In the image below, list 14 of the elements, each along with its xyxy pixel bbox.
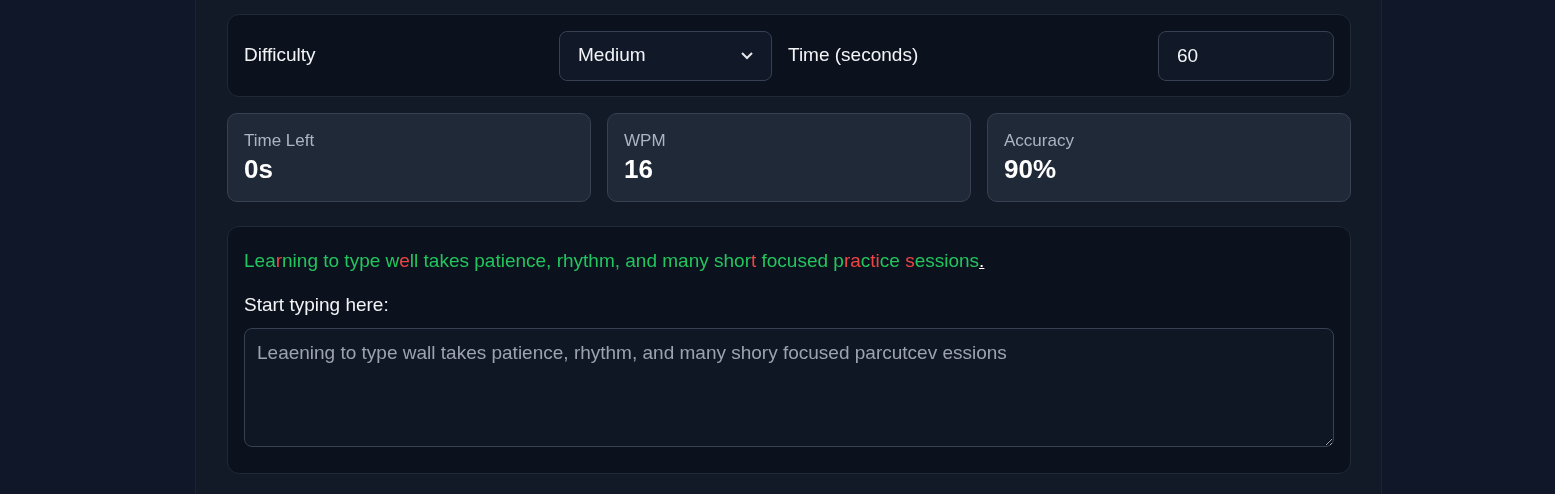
stat-value: 0s xyxy=(244,153,274,185)
difficulty-select[interactable]: Medium xyxy=(559,30,772,81)
chevron-down-icon xyxy=(741,51,753,60)
stat-label: Accuracy xyxy=(1004,130,1075,152)
stat-label: Time Left xyxy=(244,130,316,152)
typing-area[interactable]: Leaening to type wall takes patience, rhythm, and many shory focused parcutcev essions xyxy=(244,327,1334,447)
stat-value: 16 xyxy=(624,153,654,185)
passage-text: Learning to type well takes patience, rhythm, and many short focused practice sessions. xyxy=(244,248,986,273)
time-label: Time (seconds) xyxy=(788,43,920,68)
typing-label: Start typing here: xyxy=(244,293,390,318)
time-input[interactable]: 60 xyxy=(1158,30,1334,81)
stat-label: WPM xyxy=(624,130,667,152)
stat-value: 90% xyxy=(1004,153,1058,185)
difficulty-label: Difficulty xyxy=(244,43,317,68)
